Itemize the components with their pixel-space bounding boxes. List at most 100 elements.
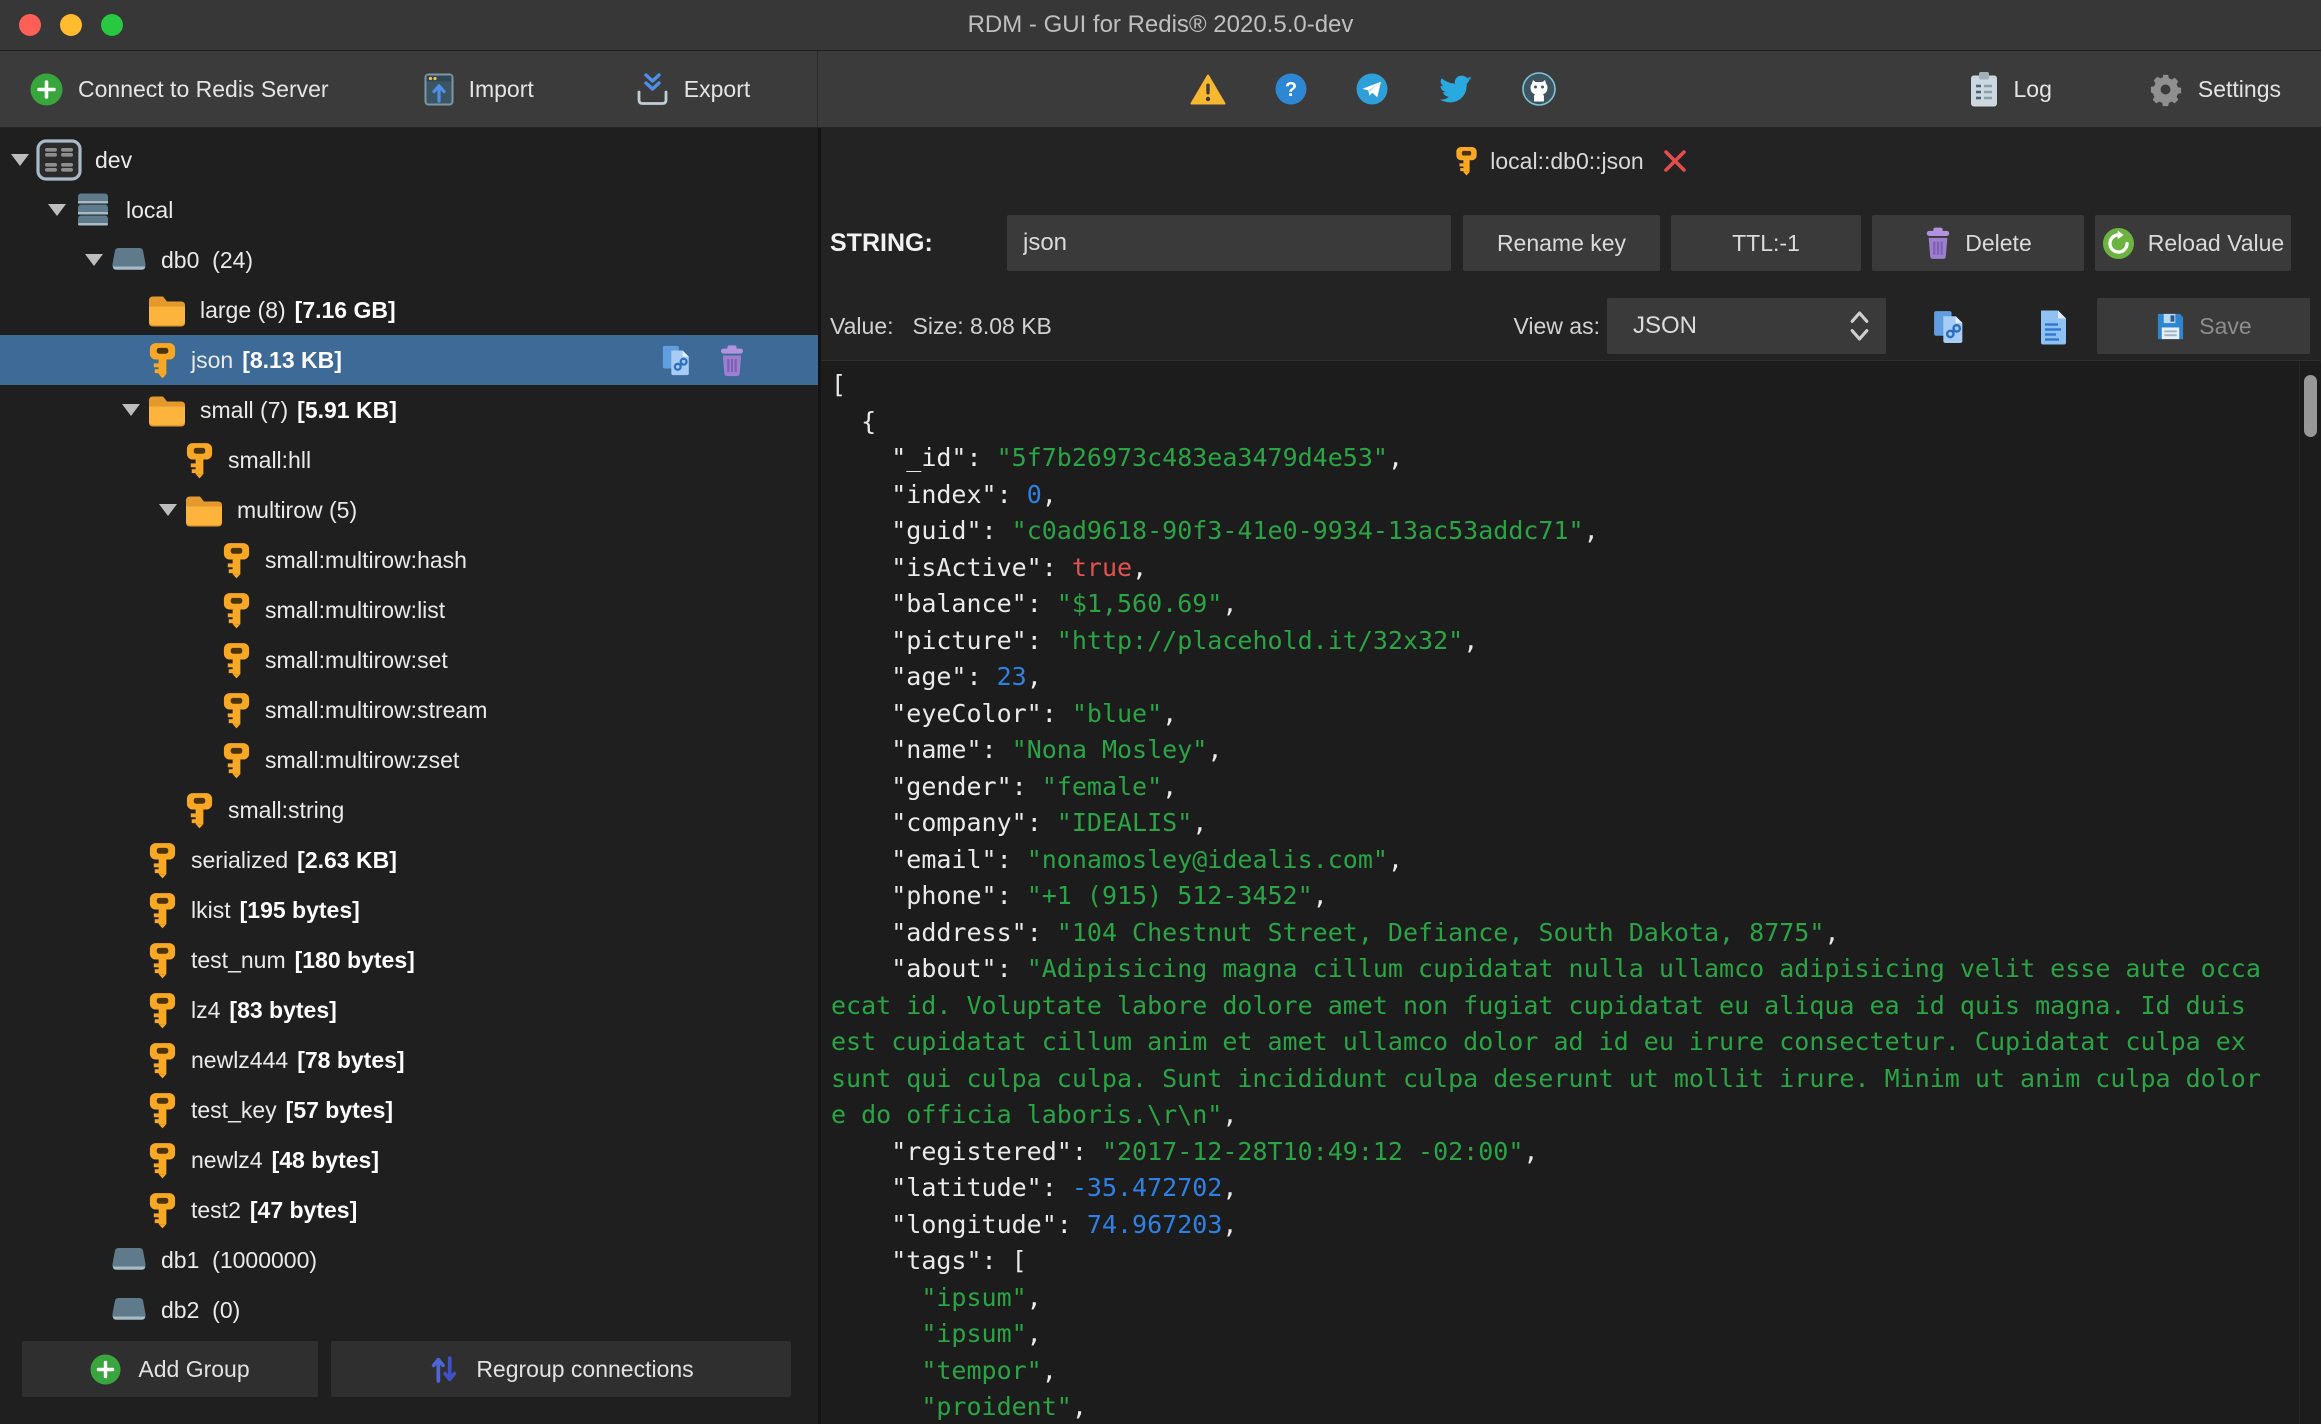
tree-item-small-string[interactable]: small:string (0, 785, 818, 835)
tree-item-multirow-5[interactable]: multirow (5) (0, 485, 818, 535)
tree-item-db1-1000000[interactable]: db1 (1000000) (0, 1235, 818, 1285)
tree-item-local[interactable]: local (0, 185, 818, 235)
code-line: "age": 23, (891, 662, 1042, 691)
tree-item-test-num[interactable]: test_num [180 bytes] (0, 935, 818, 985)
tree-item-large-8[interactable]: large (8) [7.16 GB] (0, 285, 818, 335)
tree-item-small-multirow-zset[interactable]: small:multirow:zset (0, 735, 818, 785)
toolbar: Connect to Redis Server Import Export ? … (0, 51, 2321, 128)
database-icon (110, 1247, 148, 1273)
open-as-text-button[interactable] (2038, 308, 2068, 345)
warning-icon[interactable] (1190, 74, 1226, 105)
settings-button[interactable]: Settings (2148, 72, 2281, 107)
code-line: "guid": "c0ad9618-90f3-41e0-9934-13ac53a… (891, 516, 1599, 545)
key-name-input[interactable] (1007, 215, 1451, 271)
ttl-label: TTL:-1 (1732, 229, 1800, 256)
tree-item-small-hll[interactable]: small:hll (0, 435, 818, 485)
tree-item-small-7[interactable]: small (7) [5.91 KB] (0, 385, 818, 435)
tree-item-lkist[interactable]: lkist [195 bytes] (0, 885, 818, 935)
tree-item-small-multirow-set[interactable]: small:multirow:set (0, 635, 818, 685)
expand-arrow-icon[interactable] (41, 204, 73, 216)
editor-scrollbar[interactable] (2299, 361, 2321, 1424)
tree-item-serialized[interactable]: serialized [2.63 KB] (0, 835, 818, 885)
ttl-button[interactable]: TTL:-1 (1671, 215, 1861, 271)
floppy-disk-icon (2155, 311, 2186, 342)
expand-arrow-icon[interactable] (152, 504, 184, 516)
key-icon (184, 442, 215, 479)
tree-item-small-multirow-hash[interactable]: small:multirow:hash (0, 535, 818, 585)
code-line: "isActive": true, (891, 552, 1148, 582)
close-window-button[interactable] (19, 14, 41, 36)
code-line: est cupidatat cillum anim et amet ullamc… (831, 1027, 2246, 1056)
expand-arrow-icon[interactable] (78, 254, 110, 266)
code-line: "_id": "5f7b26973c483ea3479d4e53", (891, 443, 1403, 472)
log-label: Log (2013, 75, 2052, 102)
log-button[interactable]: Log (1969, 71, 2052, 108)
rename-key-button[interactable]: Rename key (1463, 215, 1660, 271)
import-button[interactable]: Import (424, 73, 534, 106)
help-icon[interactable]: ? (1275, 73, 1307, 105)
connect-to-server-button[interactable]: Connect to Redis Server (30, 73, 329, 106)
close-tab-icon[interactable] (1662, 148, 1688, 174)
key-icon (221, 592, 252, 629)
editor-scrollbar-thumb[interactable] (2304, 375, 2317, 437)
copy-value-button[interactable] (1931, 308, 1968, 345)
tree-item-label: small (7) (200, 396, 289, 423)
key-icon (184, 792, 215, 829)
telegram-icon[interactable] (1356, 73, 1388, 105)
code-line: "proident", (921, 1392, 1087, 1421)
delete-key-button[interactable]: Delete (1872, 215, 2084, 271)
folder-icon (184, 494, 224, 527)
json-editor[interactable]: [ { "_id": "5f7b26973c483ea3479d4e53", "… (821, 360, 2321, 1424)
tree-item-lz4[interactable]: lz4 [83 bytes] (0, 985, 818, 1035)
copy-key-icon[interactable] (660, 343, 694, 377)
folder-icon (147, 294, 187, 327)
expand-arrow-icon[interactable] (115, 404, 147, 416)
key-icon (147, 1092, 178, 1129)
value-header-row: Value: Size: 8.08 KB View as: JSON Save (821, 292, 2321, 360)
delete-label: Delete (1965, 229, 2032, 256)
value-size-label: Size: 8.08 KB (912, 312, 1052, 339)
regroup-connections-button[interactable]: Regroup connections (331, 1341, 791, 1397)
code-line: "ipsum", (921, 1319, 1042, 1348)
expand-arrow-icon[interactable] (4, 154, 36, 166)
toolbar-social-icons: ? (1190, 72, 1556, 106)
view-as-dropdown[interactable]: JSON (1607, 298, 1886, 354)
tree-item-label: test2 (191, 1196, 241, 1223)
gear-icon (2148, 72, 2183, 107)
add-group-button[interactable]: Add Group (22, 1341, 318, 1397)
reload-value-button[interactable]: Reload Value (2095, 215, 2291, 271)
connect-label: Connect to Redis Server (78, 75, 329, 102)
tab-title[interactable]: local::db0::json (1490, 148, 1643, 175)
zoom-window-button[interactable] (101, 14, 123, 36)
chevron-up-down-icon (1847, 308, 1872, 344)
tree-item-newlz4[interactable]: newlz4 [48 bytes] (0, 1135, 818, 1185)
tree-item-newlz444[interactable]: newlz444 [78 bytes] (0, 1035, 818, 1085)
tree-item-small-multirow-stream[interactable]: small:multirow:stream (0, 685, 818, 735)
delete-key-icon[interactable] (718, 344, 746, 377)
value-panel: local::db0::json STRING: Rename key TTL:… (821, 128, 2321, 1424)
code-line: "eyeColor": "blue", (891, 698, 1178, 728)
tree-item-json[interactable]: json [8.13 KB] (0, 335, 818, 385)
code-line: "tags": [ (891, 1246, 1027, 1275)
tree-item-test2[interactable]: test2 [47 bytes] (0, 1185, 818, 1235)
tree-item-test-key[interactable]: test_key [57 bytes] (0, 1085, 818, 1135)
tree-item-size: [47 bytes] (249, 1196, 358, 1223)
tree-item-label: small:multirow:hash (265, 546, 467, 573)
github-icon[interactable] (1522, 72, 1556, 106)
tree-item-small-multirow-list[interactable]: small:multirow:list (0, 585, 818, 635)
window-title: RDM - GUI for Redis® 2020.5.0-dev (967, 11, 1354, 38)
tree-item-label: lkist (191, 896, 231, 923)
reload-icon (2102, 227, 2135, 260)
save-button[interactable]: Save (2097, 298, 2310, 354)
key-icon (221, 742, 252, 779)
key-icon (147, 342, 178, 379)
export-button[interactable]: Export (636, 72, 750, 106)
code-line: "email": "nonamosley@idealis.com", (891, 844, 1403, 874)
tree-item-dev[interactable]: dev (0, 135, 818, 185)
tree-item-db2-0[interactable]: db2 (0) (0, 1285, 818, 1331)
twitter-icon[interactable] (1437, 74, 1473, 105)
key-icon (221, 542, 252, 579)
tree-item-db0-24[interactable]: db0 (24) (0, 235, 818, 285)
export-label: Export (683, 75, 751, 102)
minimize-window-button[interactable] (60, 14, 82, 36)
